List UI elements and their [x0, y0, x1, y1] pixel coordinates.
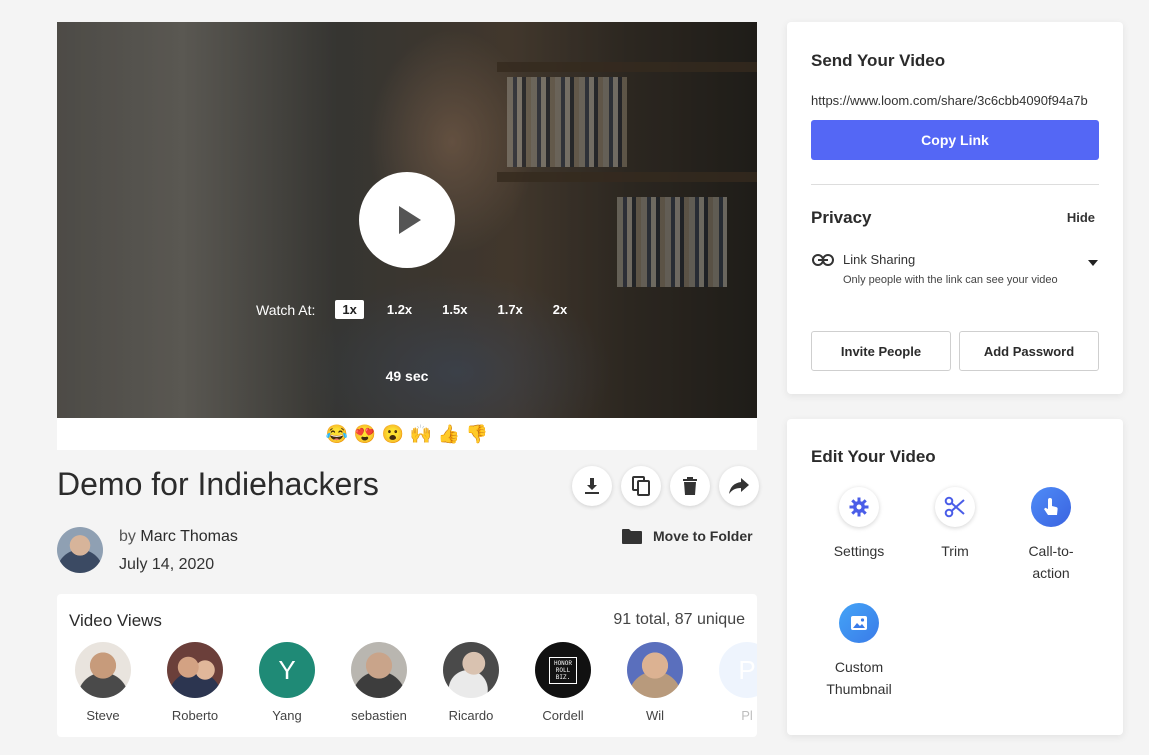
playback-speed-selector: Watch At: 1x 1.2x 1.5x 1.7x 2x [256, 300, 590, 319]
video-title[interactable]: Demo for Indiehackers [57, 466, 379, 503]
watch-at-label: Watch At: [256, 301, 316, 318]
trim-button[interactable] [935, 487, 975, 527]
hide-privacy-button[interactable]: Hide [1067, 210, 1095, 225]
move-to-folder-button[interactable]: Move to Folder [622, 528, 753, 544]
speed-option-1x[interactable]: 1x [335, 300, 364, 319]
viewer-avatar [351, 642, 407, 698]
viewer-avatar [167, 642, 223, 698]
move-to-folder-label: Move to Folder [653, 528, 753, 544]
invite-people-button[interactable]: Invite People [811, 331, 951, 371]
trim-label: Trim [941, 543, 969, 559]
call-to-action-label: Call-to-action [1028, 543, 1074, 581]
video-player[interactable]: Watch At: 1x 1.2x 1.5x 1.7x 2x 49 sec [57, 22, 757, 418]
viewer-name: sebastien [351, 708, 407, 723]
viewer-item[interactable]: Roberto [155, 642, 235, 723]
viewer-initial: P [738, 654, 756, 685]
author-name[interactable]: Marc Thomas [140, 528, 238, 545]
gear-icon [849, 497, 869, 517]
video-date: July 14, 2020 [119, 556, 215, 573]
viewer-initial: Y [278, 654, 296, 685]
share-arrow-icon [729, 478, 749, 494]
trim-tool[interactable]: Trim [907, 487, 1003, 562]
send-video-card: Send Your Video https://www.loom.com/sha… [787, 22, 1123, 394]
viewer-avatar [443, 642, 499, 698]
viewer-name: Pl [741, 708, 753, 723]
viewer-avatar: HONOR ROLL BIZ. [535, 642, 591, 698]
viewer-logo-text: HONOR ROLL BIZ. [549, 656, 577, 684]
play-button[interactable] [359, 172, 455, 268]
by-label: by [119, 528, 136, 545]
viewer-item[interactable]: HONOR ROLL BIZ. Cordell [523, 642, 603, 723]
speed-option-2x[interactable]: 2x [546, 300, 574, 319]
share-button[interactable] [719, 466, 759, 506]
reaction-surprised[interactable]: 😮 [381, 422, 405, 446]
settings-label: Settings [833, 543, 885, 559]
viewer-name: Cordell [542, 708, 584, 723]
delete-button[interactable] [670, 466, 710, 506]
video-views-card: Video Views 91 total, 87 unique Steve Ro… [57, 594, 757, 737]
video-actions [572, 466, 759, 506]
custom-thumbnail-button[interactable] [839, 603, 879, 643]
link-sharing-title[interactable]: Link Sharing [843, 252, 915, 267]
viewer-item[interactable]: Wil [615, 642, 695, 723]
viewer-item[interactable]: sebastien [339, 642, 419, 723]
link-icon [812, 254, 834, 266]
author-avatar[interactable] [57, 527, 103, 573]
viewer-name: Wil [645, 708, 665, 723]
author-line: by Marc Thomas [119, 528, 238, 546]
edit-video-card: Edit Your Video Settings Trim Call-to-ac… [787, 419, 1123, 735]
add-password-button[interactable]: Add Password [959, 331, 1099, 371]
privacy-title: Privacy [811, 208, 872, 227]
video-views-count: 91 total, 87 unique [613, 611, 745, 628]
scissors-icon [944, 496, 965, 518]
settings-tool[interactable]: Settings [811, 487, 907, 562]
copy-icon [632, 476, 650, 496]
call-to-action-button[interactable] [1031, 487, 1071, 527]
play-icon [399, 206, 421, 234]
send-video-title: Send Your Video [811, 51, 946, 70]
viewer-item[interactable]: Y Yang [247, 642, 327, 723]
image-icon [851, 616, 867, 630]
viewer-name: Roberto [171, 708, 219, 723]
custom-thumbnail-tool[interactable]: Custom Thumbnail [811, 603, 907, 700]
download-button[interactable] [572, 466, 612, 506]
settings-button[interactable] [839, 487, 879, 527]
duplicate-button[interactable] [621, 466, 661, 506]
viewer-avatar [75, 642, 131, 698]
trash-icon [683, 477, 697, 495]
share-url[interactable]: https://www.loom.com/share/3c6cbb4090f94… [811, 93, 1101, 108]
viewer-avatar: P [719, 642, 757, 698]
download-icon [585, 478, 599, 494]
reaction-bar: 😂 😍 😮 🙌 👍 👎 [57, 418, 757, 450]
viewer-item[interactable]: Ricardo [431, 642, 511, 723]
viewer-name: Ricardo [448, 708, 494, 723]
tap-icon [1044, 498, 1058, 515]
custom-thumbnail-label: Custom Thumbnail [826, 659, 892, 697]
reaction-thumbs-down[interactable]: 👎 [465, 422, 489, 446]
caret-down-icon[interactable] [1087, 259, 1099, 267]
reaction-laughing[interactable]: 😂 [325, 422, 349, 446]
viewer-avatar [627, 642, 683, 698]
reaction-thumbs-up[interactable]: 👍 [437, 422, 461, 446]
divider [811, 184, 1099, 185]
speed-option-1-2x[interactable]: 1.2x [380, 300, 419, 319]
video-duration: 49 sec [385, 368, 429, 384]
video-views-title: Video Views [69, 611, 162, 630]
folder-icon [622, 529, 642, 544]
viewer-item[interactable]: Steve [63, 642, 143, 723]
reaction-raised-hands[interactable]: 🙌 [409, 422, 433, 446]
link-sharing-description: Only people with the link can see your v… [843, 274, 1058, 286]
viewer-item[interactable]: P Pl [707, 642, 757, 723]
edit-video-title: Edit Your Video [811, 447, 936, 466]
speed-option-1-7x[interactable]: 1.7x [490, 300, 529, 319]
viewer-name: Yang [272, 708, 302, 723]
call-to-action-tool[interactable]: Call-to-action [1003, 487, 1099, 584]
viewer-avatar: Y [259, 642, 315, 698]
copy-link-button[interactable]: Copy Link [811, 120, 1099, 160]
speed-option-1-5x[interactable]: 1.5x [435, 300, 474, 319]
viewer-name: Steve [86, 708, 120, 723]
reaction-heart-eyes[interactable]: 😍 [353, 422, 377, 446]
